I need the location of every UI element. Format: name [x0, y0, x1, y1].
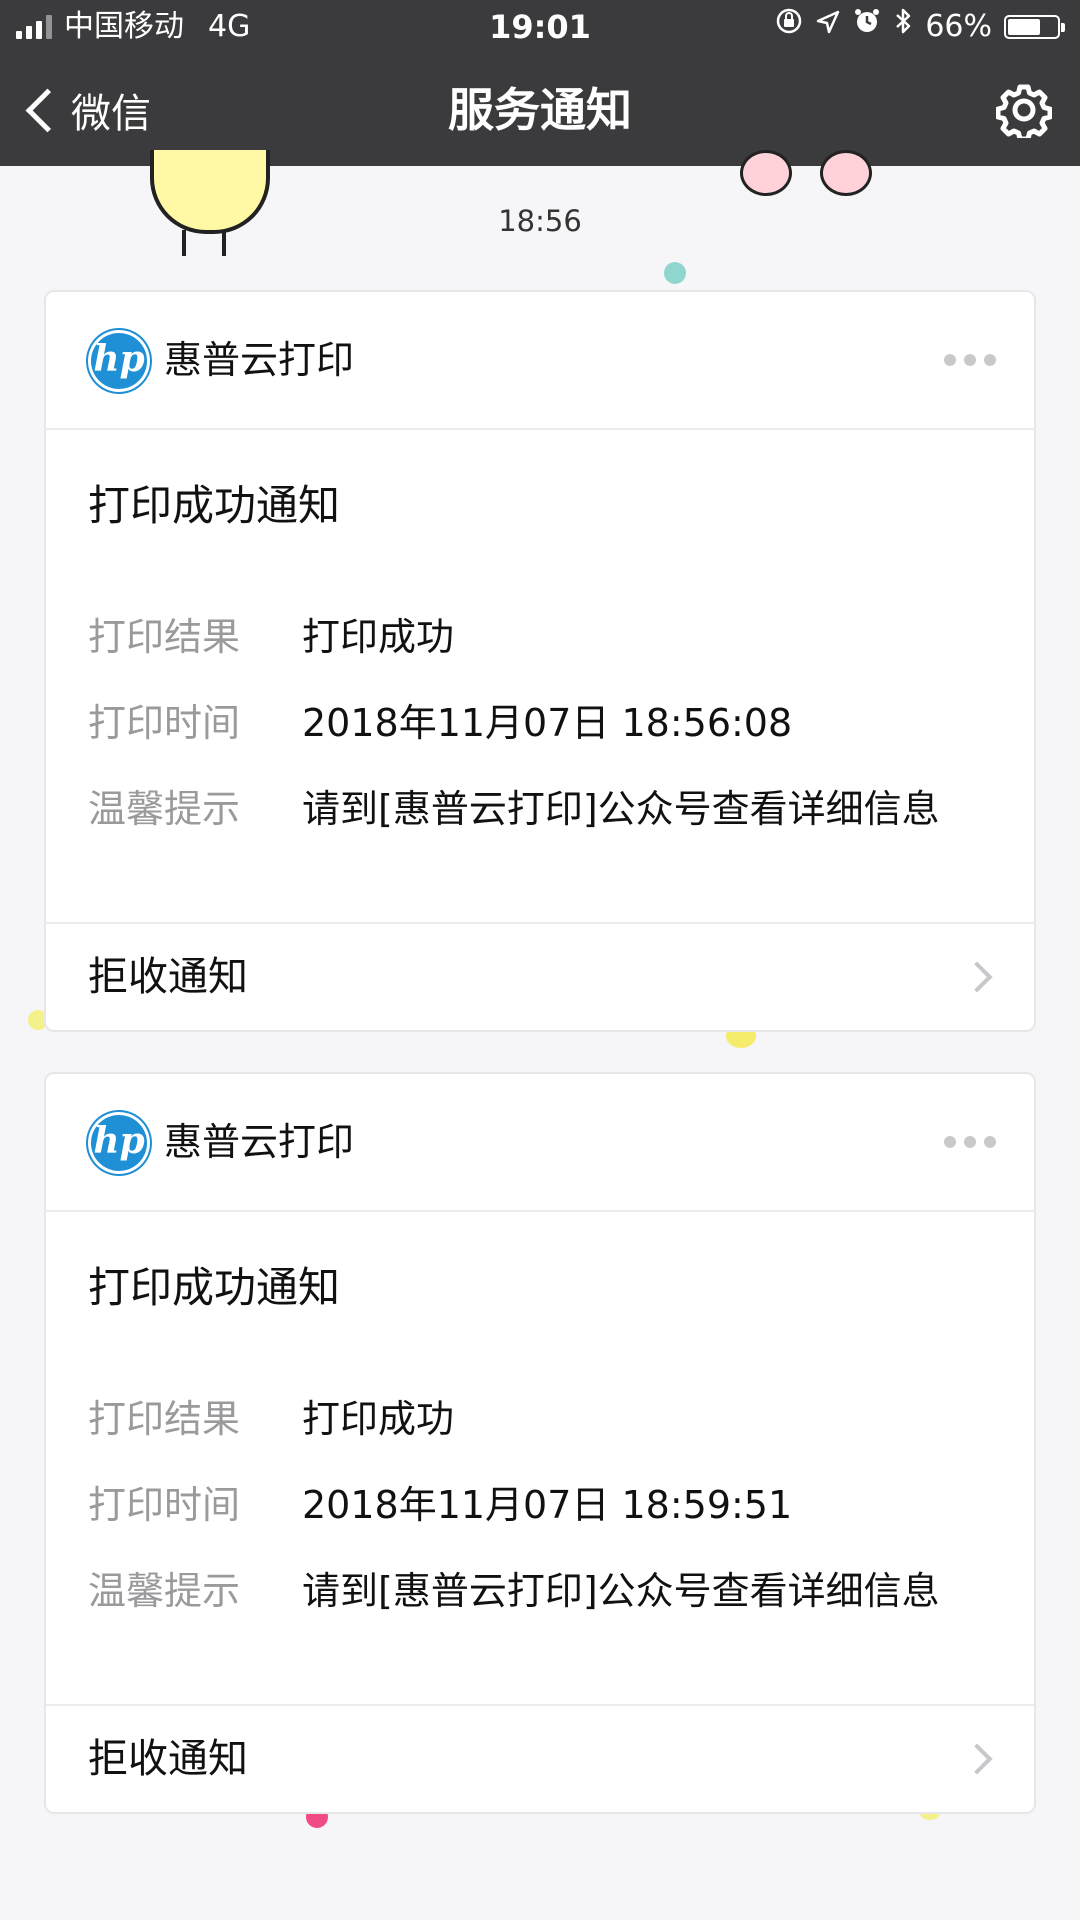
field-value: 2018年11月07日 18:59:51 — [302, 1483, 793, 1527]
location-icon — [815, 0, 841, 54]
battery-icon — [1004, 15, 1065, 39]
field-label: 温馨提示 — [88, 1569, 241, 1613]
source-name: 惠普云打印 — [164, 338, 355, 382]
field-value: 请到[惠普云打印]公众号查看详细信息 — [302, 787, 940, 831]
reject-notification-button[interactable]: 拒收通知 — [46, 924, 1034, 1030]
field-label: 温馨提示 — [88, 787, 241, 831]
field-value: 2018年11月07日 18:56:08 — [302, 701, 793, 745]
chevron-right-icon — [961, 961, 993, 993]
hp-logo: hp — [88, 1112, 150, 1174]
alarm-icon — [853, 0, 881, 54]
field-label: 打印时间 — [88, 1483, 241, 1527]
top-bar: 中国移动 4G 19:01 66% 微信 服务通知 — [0, 0, 1080, 166]
card-header: hp 惠普云打印 — [46, 292, 1034, 430]
field-row: 打印结果 打印成功 — [88, 606, 454, 661]
field-row: 温馨提示 请到[惠普云打印]公众号查看详细信息 — [88, 1560, 940, 1615]
field-row: 温馨提示 请到[惠普云打印]公众号查看详细信息 — [88, 778, 940, 833]
notification-card: hp 惠普云打印 打印成功通知 打印结果 打印成功 打印时间 2018年11月0… — [44, 290, 1036, 1032]
field-row: 打印时间 2018年11月07日 18:59:51 — [88, 1474, 792, 1529]
notice-title: 打印成功通知 — [88, 1263, 341, 1312]
footer-label: 拒收通知 — [88, 954, 248, 1000]
status-bar: 中国移动 4G 19:01 66% — [0, 0, 1080, 54]
card-header: hp 惠普云打印 — [46, 1074, 1034, 1212]
field-value: 打印成功 — [302, 615, 455, 659]
more-options-icon[interactable] — [944, 350, 1000, 370]
source-name: 惠普云打印 — [164, 1120, 355, 1164]
notice-title: 打印成功通知 — [88, 481, 341, 530]
field-value: 请到[惠普云打印]公众号查看详细信息 — [302, 1569, 940, 1613]
message-timestamp: 18:56 — [498, 204, 582, 238]
field-value: 打印成功 — [302, 1397, 455, 1441]
pig-doodle — [740, 150, 792, 196]
field-row: 打印时间 2018年11月07日 18:56:08 — [88, 692, 792, 747]
field-label: 打印时间 — [88, 701, 241, 745]
orientation-lock-icon — [775, 0, 803, 54]
field-row: 打印结果 打印成功 — [88, 1388, 454, 1443]
hp-logo: hp — [88, 330, 150, 392]
notification-card: hp 惠普云打印 打印成功通知 打印结果 打印成功 打印时间 2018年11月0… — [44, 1072, 1036, 1814]
field-label: 打印结果 — [88, 1397, 241, 1441]
pig-doodle — [820, 150, 872, 196]
footer-label: 拒收通知 — [88, 1736, 248, 1782]
card-body: 打印成功通知 打印结果 打印成功 打印时间 2018年11月07日 18:59:… — [46, 1212, 1034, 1706]
decor-dot — [664, 262, 686, 284]
field-label: 打印结果 — [88, 615, 241, 659]
chevron-right-icon — [961, 1743, 993, 1775]
battery-fill — [1008, 19, 1040, 35]
gear-icon[interactable] — [996, 82, 1052, 138]
battery-percent: 66% — [925, 9, 992, 44]
more-options-icon[interactable] — [944, 1132, 1000, 1152]
reject-notification-button[interactable]: 拒收通知 — [46, 1706, 1034, 1812]
bluetooth-icon — [893, 0, 913, 54]
card-body: 打印成功通知 打印结果 打印成功 打印时间 2018年11月07日 18:56:… — [46, 430, 1034, 924]
